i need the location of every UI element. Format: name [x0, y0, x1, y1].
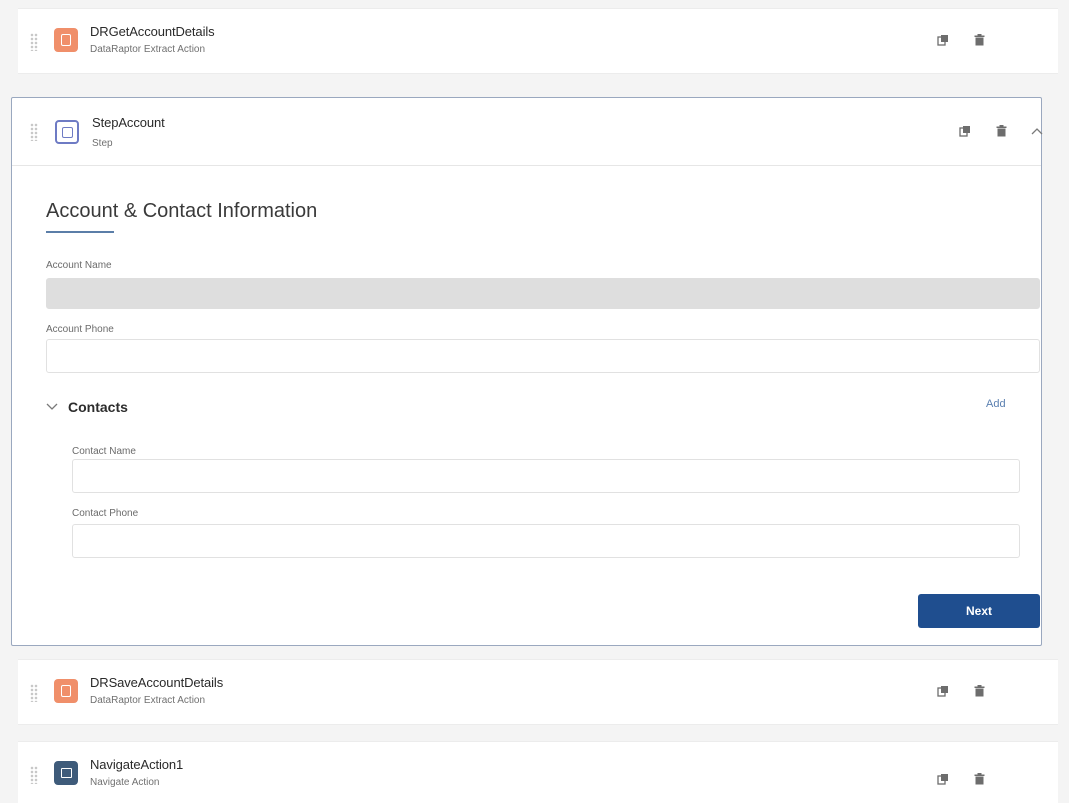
- contact-phone-label: Contact Phone: [72, 508, 139, 519]
- heading-underline: [46, 231, 114, 233]
- element-row-header[interactable]: DRSaveAccountDetails DataRaptor Extract …: [18, 660, 1058, 724]
- drag-handle-icon[interactable]: [30, 33, 38, 51]
- element-type: DataRaptor Extract Action: [90, 695, 206, 706]
- element-title: StepAccount: [92, 115, 165, 130]
- element-title: NavigateAction1: [90, 757, 184, 772]
- drag-handle-icon[interactable]: [30, 766, 38, 784]
- element-row-dr-save-account-details[interactable]: DRSaveAccountDetails DataRaptor Extract …: [18, 659, 1058, 725]
- element-type: Step: [92, 138, 113, 149]
- element-row-header[interactable]: StepAccount Step: [12, 98, 1044, 166]
- step-heading: Account & Contact Information: [46, 200, 318, 222]
- copy-icon[interactable]: [958, 124, 972, 138]
- trash-icon[interactable]: [972, 684, 986, 698]
- account-name-field: [46, 278, 1040, 309]
- contact-name-field[interactable]: [72, 459, 1020, 493]
- copy-icon[interactable]: [936, 33, 950, 47]
- contacts-label: Contacts: [68, 399, 128, 415]
- element-row-header[interactable]: NavigateAction1 Navigate Action: [18, 742, 1058, 803]
- contact-phone-field[interactable]: [72, 524, 1020, 558]
- copy-icon[interactable]: [936, 772, 950, 786]
- element-type: DataRaptor Extract Action: [90, 44, 206, 55]
- account-name-label: Account Name: [46, 260, 112, 271]
- drag-handle-icon[interactable]: [30, 123, 38, 141]
- next-button[interactable]: Next: [918, 594, 1040, 628]
- element-title: DRGetAccountDetails: [90, 24, 215, 39]
- trash-icon[interactable]: [994, 124, 1008, 138]
- trash-icon[interactable]: [972, 772, 986, 786]
- step-icon: [55, 120, 79, 144]
- contact-name-label: Contact Name: [72, 446, 136, 457]
- drag-handle-icon[interactable]: [30, 684, 38, 702]
- step-body: Account & Contact Information Account Na…: [12, 166, 1041, 646]
- element-title: DRSaveAccountDetails: [90, 675, 224, 690]
- copy-icon[interactable]: [936, 684, 950, 698]
- element-row-header[interactable]: DRGetAccountDetails DataRaptor Extract A…: [18, 9, 1058, 73]
- navigate-icon: [54, 761, 78, 785]
- chevron-up-icon[interactable]: [1030, 124, 1044, 138]
- element-row-dr-get-account-details[interactable]: DRGetAccountDetails DataRaptor Extract A…: [18, 8, 1058, 74]
- step-account-card[interactable]: StepAccount Step Account & Contact Infor…: [11, 97, 1044, 646]
- trash-icon[interactable]: [972, 33, 986, 47]
- dataraptor-icon: [54, 28, 78, 52]
- contacts-block-toggle[interactable]: Contacts: [46, 398, 128, 416]
- account-phone-label: Account Phone: [46, 324, 114, 335]
- omniscript-canvas: DRGetAccountDetails DataRaptor Extract A…: [0, 0, 1069, 803]
- add-contact-link[interactable]: Add: [986, 398, 1006, 410]
- element-type: Navigate Action: [90, 777, 160, 788]
- element-row-navigate-action[interactable]: NavigateAction1 Navigate Action: [18, 741, 1058, 803]
- chevron-down-icon: [46, 398, 58, 416]
- dataraptor-icon: [54, 679, 78, 703]
- account-phone-field[interactable]: [46, 339, 1040, 373]
